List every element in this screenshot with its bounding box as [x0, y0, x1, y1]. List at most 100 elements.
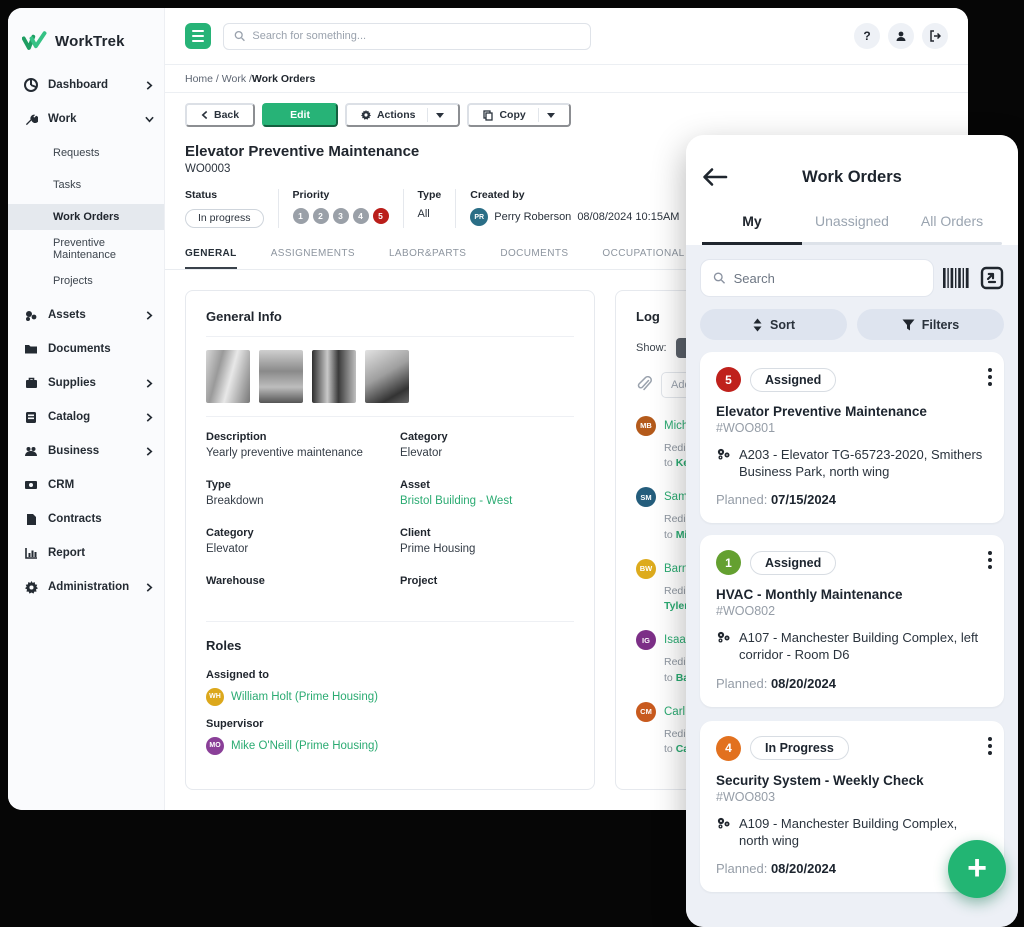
field-category-2: Category Elevator	[206, 527, 380, 557]
filters-button[interactable]: Filters	[857, 309, 1004, 340]
card-asset: A203 - Elevator TG-65723-2020, Smithers …	[739, 446, 988, 480]
field-client: Client Prime Housing	[400, 527, 574, 557]
hamburger-menu-button[interactable]	[185, 23, 211, 49]
tab-labor-parts[interactable]: LABOR&PARTS	[389, 248, 466, 269]
sidebar-item-label: Report	[48, 547, 154, 559]
search-icon	[713, 271, 726, 285]
add-work-order-fab[interactable]: +	[948, 840, 1006, 898]
priority-5-selected[interactable]: 5	[373, 208, 389, 224]
work-order-card[interactable]: 5 Assigned Elevator Preventive Maintenan…	[700, 352, 1004, 523]
status-section: Status In progress	[185, 189, 278, 228]
global-search-input[interactable]	[252, 30, 580, 42]
bar-chart-icon	[24, 546, 38, 560]
tab-my[interactable]: My	[702, 213, 802, 242]
sidebar-item-dashboard[interactable]: Dashboard	[8, 70, 164, 100]
back-arrow-icon[interactable]	[702, 167, 728, 187]
sidebar-item-tasks[interactable]: Tasks	[8, 172, 164, 198]
panel-search-input[interactable]	[734, 271, 921, 286]
edit-button[interactable]: Edit	[262, 103, 338, 127]
back-button[interactable]: Back	[185, 103, 255, 127]
qr-scan-icon[interactable]	[980, 266, 1004, 290]
chevron-right-icon	[145, 379, 154, 388]
asset-gears-icon	[716, 447, 731, 480]
elevator-photo-1[interactable]	[206, 350, 250, 403]
global-search[interactable]	[223, 23, 591, 50]
priority-badge: 1	[716, 550, 741, 575]
card-code: #WOO802	[716, 604, 988, 618]
copy-button[interactable]: Copy	[467, 103, 570, 127]
breadcrumb[interactable]: Home / Work / Work Orders	[165, 64, 968, 93]
sidebar-item-supplies[interactable]: Supplies	[8, 368, 164, 398]
avatar: MO	[206, 737, 224, 755]
filter-icon	[902, 319, 915, 331]
people-icon	[24, 444, 38, 458]
sidebar-item-contracts[interactable]: Contracts	[8, 504, 164, 534]
user-button[interactable]	[888, 23, 914, 49]
barcode-scan-icon[interactable]	[942, 266, 972, 290]
dropdown-caret-icon	[547, 113, 555, 118]
gear-icon	[24, 580, 38, 594]
card-menu-button[interactable]	[988, 551, 992, 569]
tab-assignements[interactable]: ASSIGNEMENTS	[271, 248, 355, 269]
panel-search[interactable]	[700, 259, 934, 297]
chevron-down-icon	[145, 115, 154, 124]
banknote-icon	[24, 478, 38, 492]
supervisor-person[interactable]: MO Mike O'Neill (Prime Housing)	[206, 737, 574, 755]
breadcrumb-path[interactable]: Home / Work /	[185, 73, 252, 85]
sidebar-item-catalog[interactable]: Catalog	[8, 402, 164, 432]
sidebar-item-administration[interactable]: Administration	[8, 572, 164, 602]
avatar: IG	[636, 630, 656, 650]
asset-link[interactable]: Bristol Building - West	[400, 495, 574, 509]
elevator-photo-3[interactable]	[312, 350, 356, 403]
book-icon	[24, 410, 38, 424]
card-code: #WOO801	[716, 421, 988, 435]
roles-title: Roles	[206, 622, 574, 657]
tab-unassigned[interactable]: Unassigned	[802, 213, 902, 242]
sidebar-item-work[interactable]: Work	[8, 104, 164, 134]
panel-title: Work Orders	[728, 168, 976, 187]
sidebar-item-report[interactable]: Report	[8, 538, 164, 568]
brand-name: WorkTrek	[55, 33, 125, 50]
sidebar-item-label: Catalog	[48, 411, 135, 423]
planned-label: Planned:	[716, 492, 767, 507]
help-button[interactable]: ?	[854, 23, 880, 49]
supervisor-link[interactable]: Mike O'Neill (Prime Housing)	[231, 740, 378, 752]
sort-button[interactable]: Sort	[700, 309, 847, 340]
elevator-photo-4[interactable]	[365, 350, 409, 403]
elevator-photo-2[interactable]	[259, 350, 303, 403]
actions-button[interactable]: Actions	[345, 103, 461, 127]
planned-date: 08/20/2024	[771, 861, 836, 876]
priority-badge: 5	[716, 367, 741, 392]
topbar-actions: ?	[854, 23, 948, 49]
sidebar-item-work-orders[interactable]: Work Orders	[8, 204, 164, 230]
tab-all-orders[interactable]: All Orders	[902, 213, 1002, 242]
sidebar-item-preventive-maintenance[interactable]: Preventive Maintenance	[8, 236, 164, 262]
created-by-section: Created by PR Perry Roberson 08/08/2024 …	[455, 189, 693, 228]
sidebar-item-assets[interactable]: Assets	[8, 300, 164, 330]
paperclip-icon[interactable]	[636, 376, 652, 393]
logout-button[interactable]	[922, 23, 948, 49]
priority-3[interactable]: 3	[333, 208, 349, 224]
chevron-right-icon	[145, 81, 154, 90]
tab-documents[interactable]: DOCUMENTS	[500, 248, 568, 269]
sidebar-item-requests[interactable]: Requests	[8, 140, 164, 166]
priority-2[interactable]: 2	[313, 208, 329, 224]
card-menu-button[interactable]	[988, 368, 992, 386]
sidebar-item-label: Supplies	[48, 377, 135, 389]
priority-4[interactable]: 4	[353, 208, 369, 224]
tab-indicator	[702, 242, 802, 245]
assigned-to-person[interactable]: WH William Holt (Prime Housing)	[206, 688, 574, 706]
assigned-to-link[interactable]: William Holt (Prime Housing)	[231, 691, 378, 703]
sidebar-item-projects[interactable]: Projects	[8, 268, 164, 294]
chevron-right-icon	[145, 413, 154, 422]
priority-1[interactable]: 1	[293, 208, 309, 224]
tab-general[interactable]: GENERAL	[185, 248, 237, 269]
sidebar-item-documents[interactable]: Documents	[8, 334, 164, 364]
sidebar-item-label: Contracts	[48, 513, 154, 525]
card-menu-button[interactable]	[988, 737, 992, 755]
gears-icon	[24, 308, 38, 322]
work-order-card[interactable]: 1 Assigned HVAC - Monthly Maintenance #W…	[700, 535, 1004, 706]
priority-section: Priority 1 2 3 4 5	[278, 189, 403, 228]
sidebar-item-crm[interactable]: CRM	[8, 470, 164, 500]
sidebar-item-business[interactable]: Business	[8, 436, 164, 466]
